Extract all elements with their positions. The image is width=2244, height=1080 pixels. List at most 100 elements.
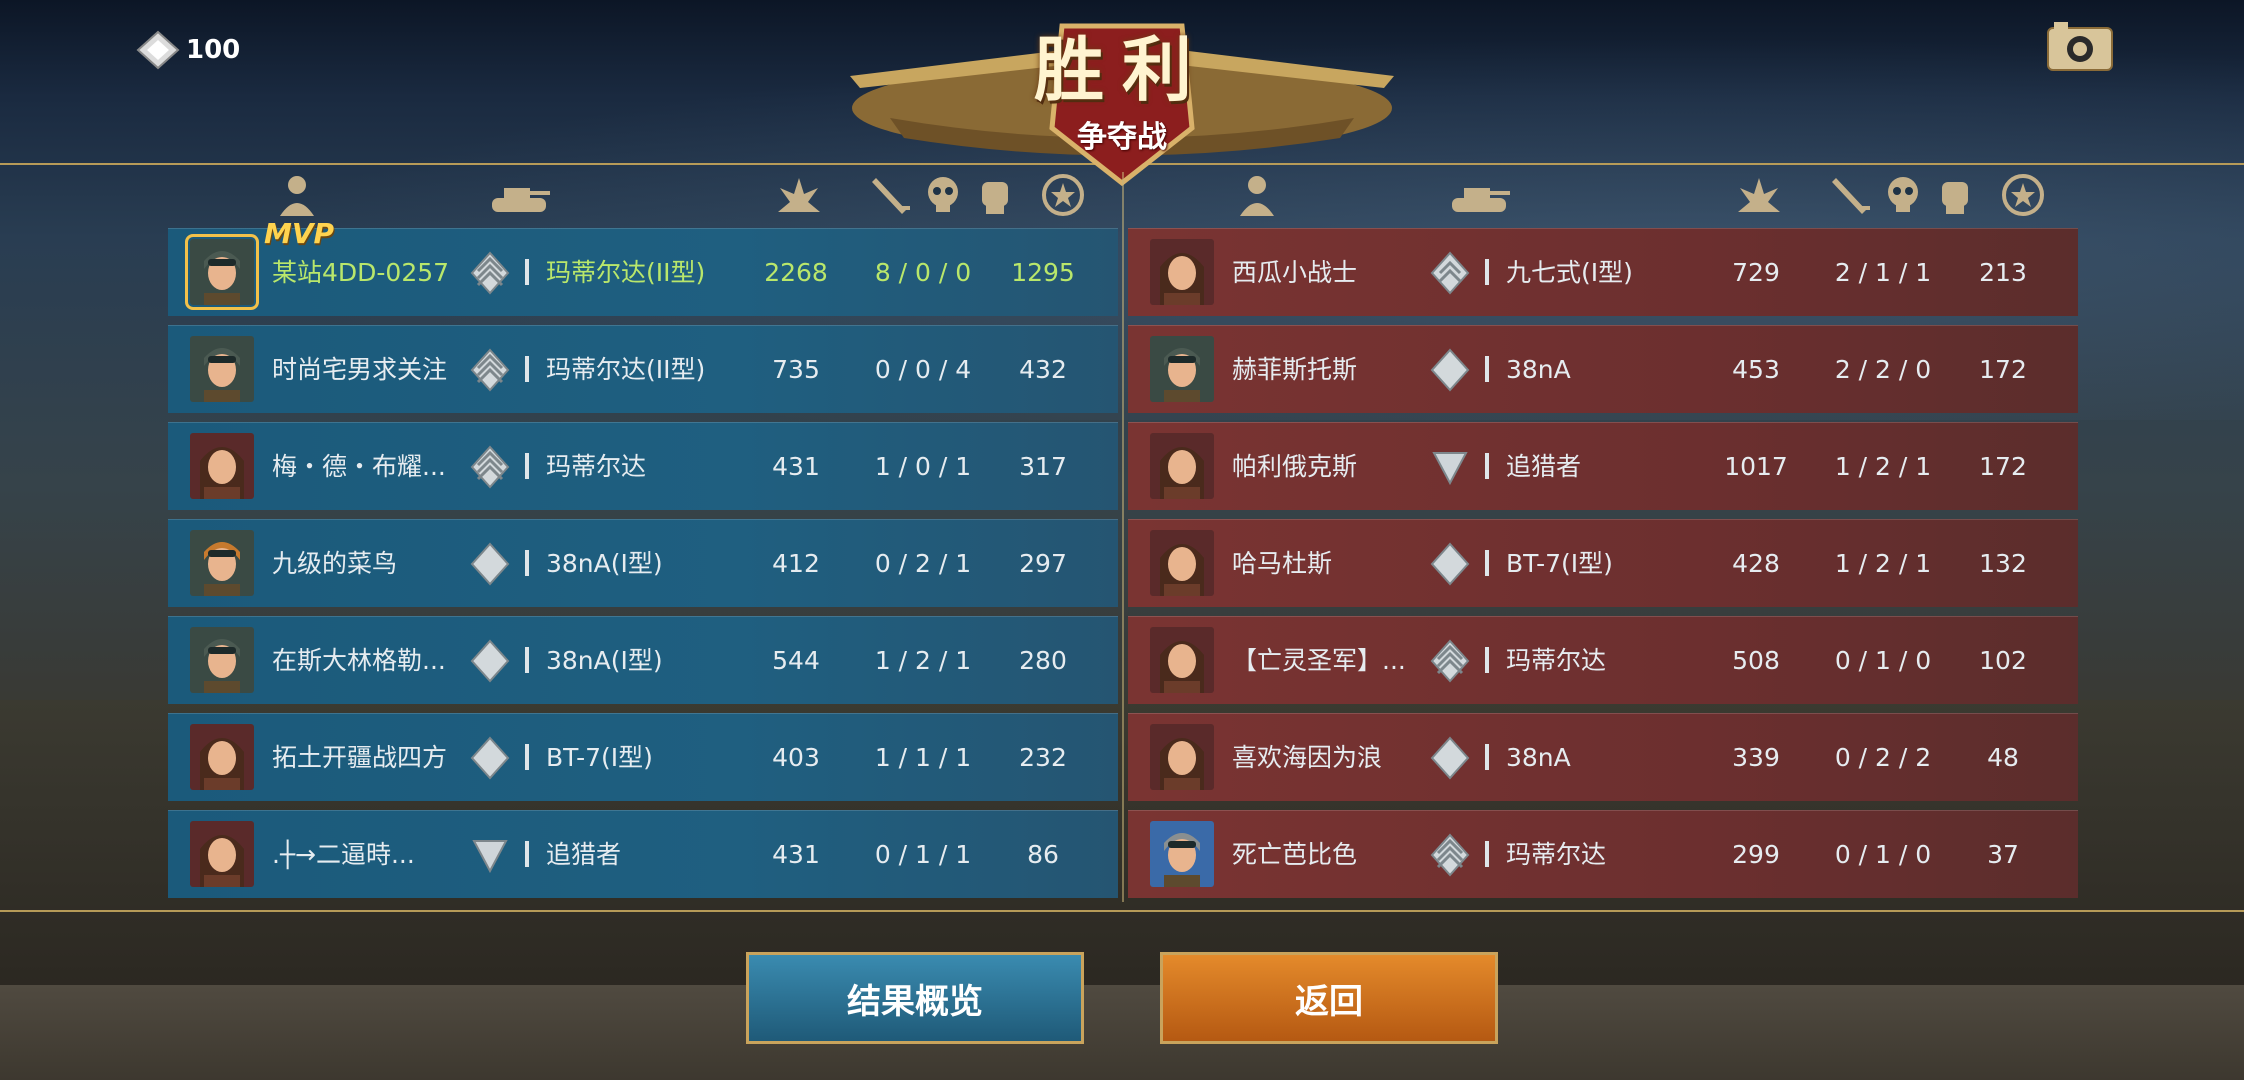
victory-banner: 胜利 争夺战 [830, 8, 1414, 188]
rank-1-icon [468, 639, 512, 683]
player-avatar [190, 724, 254, 790]
damage-value: 729 [1732, 258, 1780, 287]
player-row[interactable]: 【亡灵圣军】... 玛蒂尔达 508 0 / 1 / 0 102 [1128, 616, 2078, 704]
kda-value: 0 / 0 / 4 [874, 355, 972, 384]
score-value: 48 [1987, 743, 2019, 772]
tank-name: BT-7(I型) [546, 743, 653, 772]
tank-name: BT-7(I型) [1506, 549, 1613, 578]
player-avatar [1150, 821, 1214, 887]
damage-icon [1738, 178, 1780, 212]
score-value: 1295 [1011, 258, 1075, 287]
separator-bar [525, 647, 529, 673]
death-icon [1888, 177, 1918, 212]
player-name: 时尚宅男求关注 [272, 355, 448, 384]
tank-icon [492, 188, 550, 212]
kda-value: 1 / 2 / 1 [1834, 549, 1932, 578]
player-row[interactable]: 拓土开疆战四方 BT-7(I型) 403 1 / 1 / 1 232 [168, 713, 1118, 801]
tank-name: 九七式(I型) [1506, 258, 1633, 287]
player-name: 赫菲斯托斯 [1232, 355, 1358, 384]
rank-3-icon [468, 348, 512, 392]
score-value: 280 [1019, 646, 1067, 675]
kda-value: 0 / 2 / 1 [874, 549, 972, 578]
kda-value: 8 / 0 / 0 [874, 258, 972, 287]
player-name: 哈马杜斯 [1232, 549, 1333, 578]
player-avatar [190, 821, 254, 887]
player-row[interactable]: 死亡芭比色 玛蒂尔达 299 0 / 1 / 0 37 [1128, 810, 2078, 898]
damage-icon [778, 178, 820, 212]
player-row[interactable]: 帕利俄克斯 追猎者 1017 1 / 2 / 1 172 [1128, 422, 2078, 510]
player-avatar [1150, 530, 1214, 596]
player-row[interactable]: 梅・德・布耀... 玛蒂尔达 431 1 / 0 / 1 317 [168, 422, 1118, 510]
rank-3-icon [468, 445, 512, 489]
damage-value: 508 [1732, 646, 1780, 675]
tank-name: 玛蒂尔达(II型) [546, 355, 706, 384]
player-avatar [1150, 724, 1214, 790]
separator-bar [525, 356, 529, 382]
rank-3-icon [1428, 639, 1472, 683]
mode-subtitle: 争夺战 [1077, 120, 1167, 155]
rank-0-icon [1428, 445, 1472, 489]
player-avatar [185, 234, 259, 310]
kda-value: 1 / 2 / 1 [874, 646, 972, 675]
player-row[interactable]: 赫菲斯托斯 38nA 453 2 / 2 / 0 172 [1128, 325, 2078, 413]
score-value: 317 [1019, 452, 1067, 481]
death-icon [928, 177, 958, 212]
damage-value: 403 [772, 743, 820, 772]
score-icon [2002, 174, 2044, 216]
score-value: 102 [1979, 646, 2027, 675]
player-row[interactable]: 西瓜小战士 九七式(I型) 729 2 / 1 / 1 213 [1128, 228, 2078, 316]
score-value: 297 [1019, 549, 1067, 578]
player-name: 帕利俄克斯 [1232, 452, 1358, 481]
player-row[interactable]: 在斯大林格勒... 38nA(I型) 544 1 / 2 / 1 280 [168, 616, 1118, 704]
player-avatar [1150, 627, 1214, 693]
player-avatar [1150, 336, 1214, 402]
damage-value: 339 [1732, 743, 1780, 772]
victory-title: 胜利 [1034, 29, 1210, 111]
damage-value: 735 [772, 355, 820, 384]
separator-bar [525, 841, 529, 867]
player-row[interactable]: 时尚宅男求关注 玛蒂尔达(II型) 735 0 / 0 / 4 432 [168, 325, 1118, 413]
separator-bar [1485, 550, 1489, 576]
tank-name: 玛蒂尔达 [546, 452, 647, 481]
kda-value: 0 / 1 / 0 [1834, 840, 1932, 869]
diamond-currency-icon [136, 30, 180, 70]
player-avatar [1150, 433, 1214, 499]
player-avatar [190, 336, 254, 402]
player-row[interactable]: .┼→二逼時... 追猎者 431 0 / 1 / 1 86 [168, 810, 1118, 898]
player-name: 九级的菜鸟 [272, 549, 398, 578]
rank-3-icon [468, 251, 512, 295]
tank-name: 追猎者 [1506, 452, 1582, 481]
score-value: 232 [1019, 743, 1067, 772]
separator-bar [1485, 744, 1489, 770]
kda-value: 1 / 2 / 1 [1834, 452, 1932, 481]
team-divider [1122, 172, 1124, 902]
assist-icon [1942, 182, 1968, 214]
damage-value: 428 [1732, 549, 1780, 578]
kda-value: 0 / 1 / 1 [874, 840, 972, 869]
kda-value: 2 / 1 / 1 [1834, 258, 1932, 287]
tank-name: 38nA [1506, 743, 1571, 772]
result-overview-button[interactable]: 结果概览 [746, 952, 1084, 1044]
player-avatar [1150, 239, 1214, 305]
player-name: 某站4DD-0257 [272, 258, 450, 287]
separator-bar [1485, 259, 1489, 285]
player-row[interactable]: MVP 某站4DD-0257 玛蒂尔达(II型) 2268 8 / 0 / 0 1295 [168, 217, 1118, 316]
player-name: .┼→二逼時... [272, 840, 415, 869]
damage-value: 544 [772, 646, 820, 675]
player-row[interactable]: 喜欢海因为浪 38nA 339 0 / 2 / 2 48 [1128, 713, 2078, 801]
kill-icon [872, 178, 910, 214]
player-row[interactable]: 哈马杜斯 BT-7(I型) 428 1 / 2 / 1 132 [1128, 519, 2078, 607]
rank-0-icon [468, 833, 512, 877]
player-avatar [190, 627, 254, 693]
tank-name: 38nA(I型) [546, 646, 663, 675]
score-value: 213 [1979, 258, 2027, 287]
damage-value: 431 [772, 840, 820, 869]
bottom-border-line [0, 910, 2244, 912]
screenshot-camera-icon[interactable] [2046, 18, 2114, 72]
kda-value: 1 / 1 / 1 [874, 743, 972, 772]
separator-bar [525, 453, 529, 479]
kda-value: 2 / 2 / 0 [1834, 355, 1932, 384]
player-row[interactable]: 九级的菜鸟 38nA(I型) 412 0 / 2 / 1 297 [168, 519, 1118, 607]
player-name: 西瓜小战士 [1232, 258, 1358, 287]
back-button[interactable]: 返回 [1160, 952, 1498, 1044]
